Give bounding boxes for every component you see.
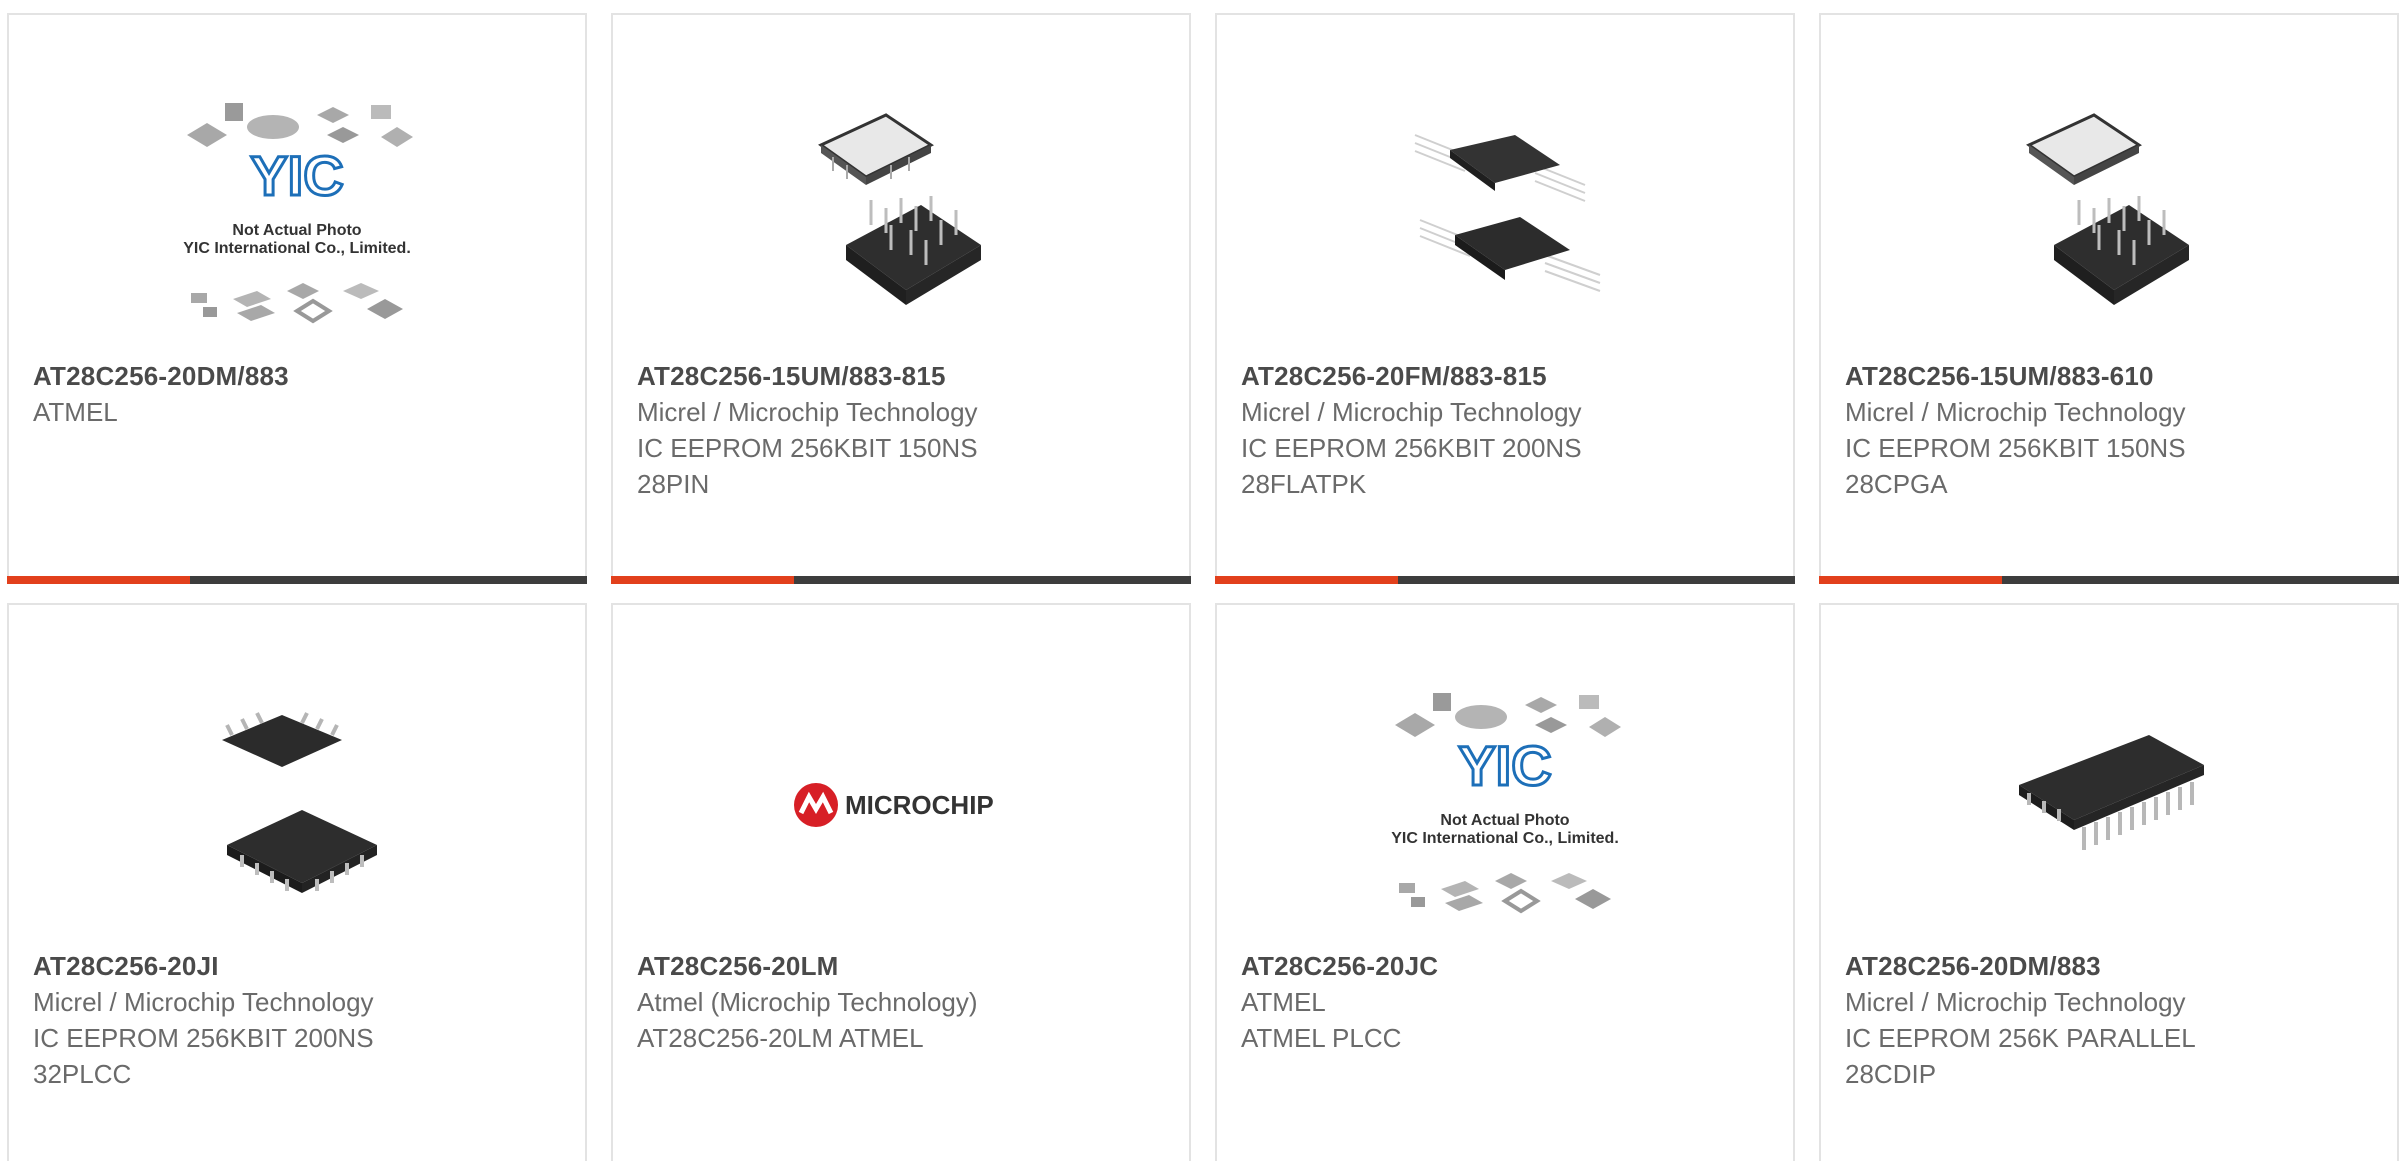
- part-number[interactable]: AT28C256-20LM: [637, 948, 1169, 984]
- part-number[interactable]: AT28C256-20JI: [33, 948, 565, 984]
- part-number[interactable]: AT28C256-15UM/883-815: [637, 358, 1169, 394]
- product-card[interactable]: AT28C256-20JI Micrel / Microchip Technol…: [7, 603, 587, 1161]
- yic-logo: YIC: [250, 144, 343, 207]
- part-number[interactable]: AT28C256-20FM/883-815: [1241, 358, 1773, 394]
- description: IC EEPROM 256KBIT 200NS: [1241, 433, 1582, 463]
- product-grid: YIC Not Actual Photo YIC International C…: [0, 0, 2400, 1161]
- product-card[interactable]: AT28C256-20DM/883 Micrel / Microchip Tec…: [1819, 603, 2399, 1161]
- package: 28CDIP: [1845, 1059, 1937, 1089]
- package: 28PIN: [637, 469, 710, 499]
- product-card[interactable]: AT28C256-15UM/883-610 Micrel / Microchip…: [1819, 13, 2399, 584]
- placeholder-caption: Not Actual Photo: [1440, 812, 1569, 829]
- product-card[interactable]: AT28C256-15UM/883-815 Micrel / Microchip…: [611, 13, 1191, 584]
- package: 28CPGA: [1845, 469, 1948, 499]
- product-card[interactable]: AT28C256-20FM/883-815 Micrel / Microchip…: [1215, 13, 1795, 584]
- card-footer-accent: [7, 576, 190, 584]
- product-image-flatpack-chip: [1217, 75, 1793, 355]
- part-number[interactable]: AT28C256-20DM/883: [33, 358, 565, 394]
- placeholder-company: YIC International Co., Limited.: [1391, 830, 1619, 847]
- part-number[interactable]: AT28C256-15UM/883-610: [1845, 358, 2377, 394]
- card-footer-accent: [611, 576, 794, 584]
- description: IC EEPROM 256KBIT 200NS: [33, 1023, 374, 1053]
- description: IC EEPROM 256K PARALLEL: [1845, 1023, 2196, 1053]
- product-image-placeholder: YIC Not Actual Photo YIC International C…: [9, 75, 585, 355]
- manufacturer: Micrel / Microchip Technology: [1241, 397, 1582, 427]
- package: 28FLATPK: [1241, 469, 1367, 499]
- yic-logo: YIC: [1458, 734, 1551, 797]
- placeholder-company: YIC International Co., Limited.: [183, 240, 411, 257]
- manufacturer: Micrel / Microchip Technology: [637, 397, 978, 427]
- manufacturer: ATMEL: [1241, 987, 1326, 1017]
- microchip-logo-text: MICROCHIP: [845, 790, 994, 820]
- part-number[interactable]: AT28C256-20DM/883: [1845, 948, 2377, 984]
- card-footer-bar: [1819, 576, 2399, 584]
- product-image-pga-chip: [1821, 75, 2397, 355]
- product-image-pga-chip: [613, 75, 1189, 355]
- package: 32PLCC: [33, 1059, 132, 1089]
- description: ATMEL PLCC: [1241, 1023, 1402, 1053]
- product-image-placeholder: YIC Not Actual Photo YIC International C…: [1217, 665, 1793, 945]
- product-card[interactable]: MICROCHIP AT28C256-20LM Atmel (Microchip…: [611, 603, 1191, 1161]
- placeholder-caption: Not Actual Photo: [232, 222, 361, 239]
- card-footer-accent: [1215, 576, 1398, 584]
- manufacturer: Micrel / Microchip Technology: [33, 987, 374, 1017]
- manufacturer: Atmel (Microchip Technology): [637, 987, 978, 1017]
- product-card[interactable]: YIC Not Actual Photo YIC International C…: [7, 13, 587, 584]
- product-image-logo: MICROCHIP: [613, 665, 1189, 945]
- manufacturer: Micrel / Microchip Technology: [1845, 987, 2186, 1017]
- product-image-plcc-chip: [9, 665, 585, 945]
- card-footer-bar: [7, 576, 587, 584]
- card-footer-bar: [611, 576, 1191, 584]
- manufacturer: Micrel / Microchip Technology: [1845, 397, 2186, 427]
- description: IC EEPROM 256KBIT 150NS: [637, 433, 978, 463]
- card-footer-bar: [1215, 576, 1795, 584]
- product-card[interactable]: YIC Not Actual Photo YIC International C…: [1215, 603, 1795, 1161]
- card-footer-accent: [1819, 576, 2002, 584]
- description: AT28C256-20LM ATMEL: [637, 1023, 924, 1053]
- part-number[interactable]: AT28C256-20JC: [1241, 948, 1773, 984]
- manufacturer: ATMEL: [33, 397, 118, 427]
- description: IC EEPROM 256KBIT 150NS: [1845, 433, 2186, 463]
- product-image-dip-chip: [1821, 665, 2397, 945]
